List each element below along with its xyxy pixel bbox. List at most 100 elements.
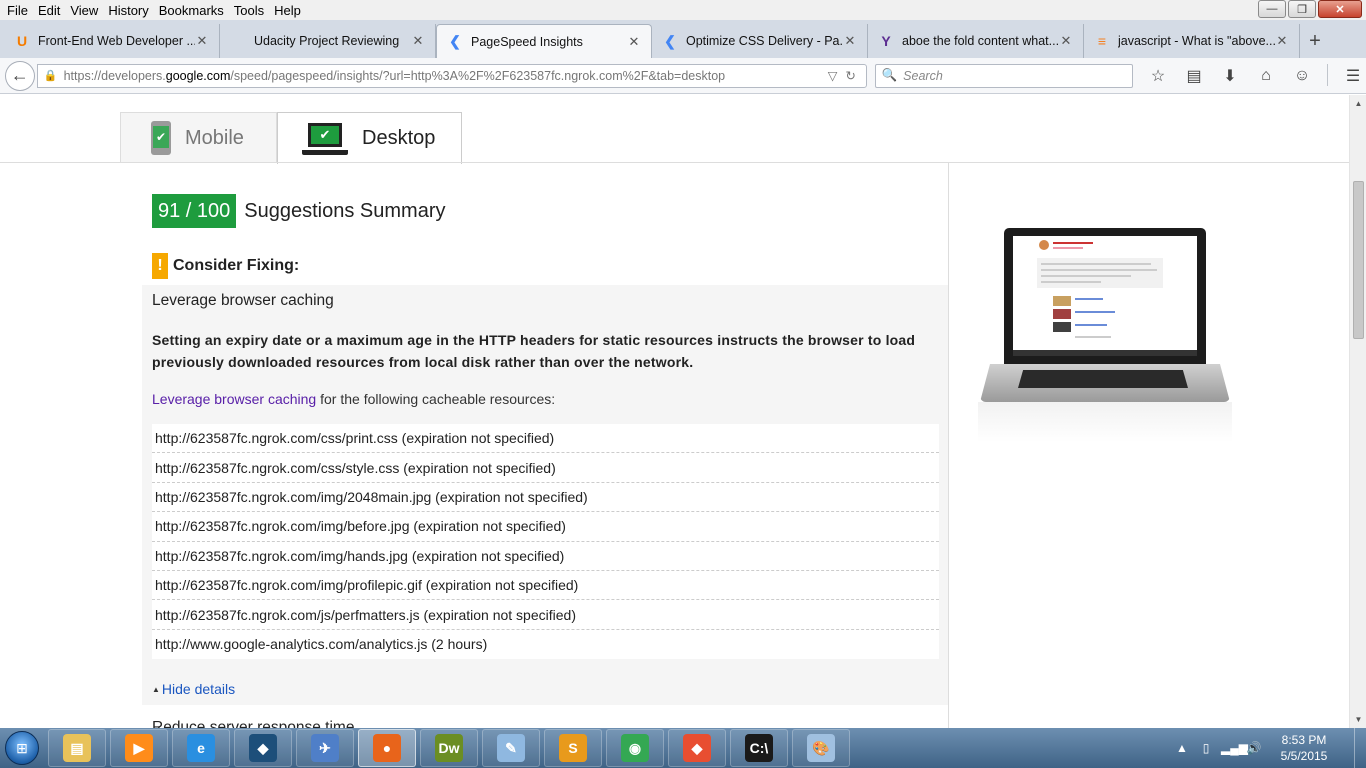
- preview-text-line: [1041, 275, 1131, 277]
- downloads-icon[interactable]: ⬇: [1217, 64, 1243, 88]
- rule-panel: Leverage browser caching Setting an expi…: [142, 285, 948, 705]
- hamburger-menu-icon[interactable]: ☰: [1340, 64, 1366, 88]
- score-badge: 91 / 100: [152, 194, 237, 228]
- taskbar-app[interactable]: e: [172, 729, 230, 767]
- battery-icon[interactable]: ▯: [1197, 741, 1215, 755]
- next-rule-name[interactable]: Reduce server response time: [152, 719, 354, 728]
- taskbar-app[interactable]: ✎: [482, 729, 540, 767]
- tab-title: Optimize CSS Delivery - Pa...: [686, 34, 843, 48]
- taskbar-app[interactable]: S: [544, 729, 602, 767]
- tab-title: aboe the fold content what...: [902, 34, 1059, 48]
- back-arrow-icon: ←: [10, 65, 29, 85]
- back-button[interactable]: ←: [5, 60, 35, 91]
- taskbar-app[interactable]: ✈: [296, 729, 354, 767]
- tab-desktop-label: Desktop: [362, 127, 436, 149]
- consider-fixing-label: Consider Fixing:: [173, 257, 300, 274]
- browser-tab[interactable]: ≡ javascript - What is "above... ✕: [1084, 24, 1300, 58]
- preview-avatar: [1039, 240, 1049, 250]
- toolbar-icons: ☆ ▤ ⬇ ⌂ ☺ ☰: [1145, 63, 1366, 88]
- home-icon[interactable]: ⌂: [1253, 64, 1279, 88]
- show-hidden-icons-icon[interactable]: ▲: [1173, 741, 1191, 755]
- show-desktop-button[interactable]: [1354, 728, 1366, 768]
- resource-item: http://623587fc.ngrok.com/js/perfmatters…: [152, 600, 939, 630]
- taskbar-app[interactable]: Dw: [420, 729, 478, 767]
- browser-tab[interactable]: ❮ PageSpeed Insights ✕: [436, 24, 652, 58]
- taskbar-app[interactable]: ◆: [668, 729, 726, 767]
- udacity-icon: U: [16, 33, 28, 49]
- browser-tab[interactable]: Yaboe the fold content what... ✕: [868, 24, 1084, 58]
- close-window-button[interactable]: ✕: [1318, 0, 1362, 18]
- mobile-phone-icon: [151, 121, 171, 155]
- close-tab-icon[interactable]: ✕: [1059, 33, 1073, 49]
- resource-list: http://623587fc.ngrok.com/css/print.css …: [152, 424, 939, 660]
- scroll-up-arrow-icon[interactable]: ▲: [1350, 95, 1366, 112]
- taskbar-app[interactable]: 🎨: [792, 729, 850, 767]
- hide-details-link[interactable]: ▲ Hide details: [152, 681, 235, 697]
- close-tab-icon[interactable]: ✕: [627, 34, 641, 50]
- preview-text-line: [1075, 336, 1111, 338]
- taskbar-app[interactable]: C:\: [730, 729, 788, 767]
- bookmark-star-icon[interactable]: ☆: [1145, 64, 1171, 88]
- minimize-button[interactable]: —: [1258, 0, 1286, 18]
- clock-time: 8:53 PM: [1281, 733, 1327, 747]
- search-input[interactable]: 🔍 Search: [874, 63, 1133, 88]
- close-tab-icon[interactable]: ✕: [843, 33, 857, 49]
- resource-item: http://623587fc.ngrok.com/img/profilepic…: [152, 571, 939, 601]
- page-viewport: Mobile ✔ Desktop 91 / 100 Suggestions Su…: [0, 95, 1349, 728]
- taskbar-app[interactable]: ●: [358, 729, 416, 767]
- rule-name[interactable]: Leverage browser caching: [152, 292, 334, 310]
- volume-icon[interactable]: 🔊: [1245, 741, 1263, 755]
- taskbar-app[interactable]: ▤: [48, 729, 106, 767]
- url-bar[interactable]: 🔒 https://developers.google.com/speed/pa…: [36, 63, 867, 88]
- taskbar-app[interactable]: ▶: [110, 729, 168, 767]
- sublime-text-icon: S: [559, 734, 587, 762]
- chrome-icon: ◉: [621, 734, 649, 762]
- signal-strength-icon[interactable]: ▂▄▆: [1221, 741, 1248, 755]
- menu-view[interactable]: View: [65, 3, 103, 18]
- page-scrollbar[interactable]: ▲ ▼: [1349, 95, 1366, 728]
- menu-tools[interactable]: Tools: [229, 3, 269, 18]
- browser-tab[interactable]: Udacity Project Reviewing ✕: [220, 24, 436, 58]
- yahoo-icon: Y: [881, 33, 891, 49]
- preview-thumbnail: [1053, 322, 1071, 332]
- command-prompt-icon: C:\: [745, 734, 773, 762]
- close-tab-icon[interactable]: ✕: [195, 33, 209, 49]
- menu-history[interactable]: History: [103, 3, 153, 18]
- close-tab-icon[interactable]: ✕: [411, 33, 425, 49]
- taskbar-app[interactable]: ◆: [234, 729, 292, 767]
- suggestions-summary-title: Suggestions Summary: [244, 199, 446, 222]
- close-tab-icon[interactable]: ✕: [1275, 33, 1289, 49]
- tab-strip: U Front-End Web Developer ... ✕ Udacity Pro…: [0, 20, 1366, 58]
- reading-list-icon[interactable]: ▤: [1181, 64, 1207, 88]
- tab-mobile[interactable]: Mobile: [120, 112, 277, 163]
- firefox-icon: ●: [373, 734, 401, 762]
- chat-icon[interactable]: ☺: [1289, 64, 1315, 88]
- preview-link-line: [1075, 311, 1115, 313]
- dropdown-arrow-icon[interactable]: ▽: [824, 68, 842, 83]
- new-tab-button[interactable]: +: [1300, 24, 1330, 58]
- taskbar-app[interactable]: ◉: [606, 729, 664, 767]
- menu-bookmarks[interactable]: Bookmarks: [154, 3, 229, 18]
- column-divider: [948, 163, 949, 728]
- scroll-thumb[interactable]: [1353, 181, 1364, 339]
- browser-tab[interactable]: U Front-End Web Developer ... ✕: [4, 24, 220, 58]
- git-icon: ◆: [683, 734, 711, 762]
- clock[interactable]: 8:53 PM 5/5/2015: [1266, 732, 1342, 764]
- resource-item: http://623587fc.ngrok.com/css/print.css …: [152, 424, 939, 454]
- menu-edit[interactable]: Edit: [33, 3, 65, 18]
- windows-logo-icon: ⊞: [5, 731, 39, 765]
- rule-help-link[interactable]: Leverage browser caching: [152, 391, 316, 407]
- internet-explorer-icon: e: [187, 734, 215, 762]
- menu-help[interactable]: Help: [269, 3, 306, 18]
- reload-icon[interactable]: ↻: [842, 68, 860, 83]
- hide-details-label: Hide details: [161, 681, 236, 697]
- page-screenshot-preview: [978, 228, 1232, 442]
- tab-desktop[interactable]: ✔ Desktop: [277, 112, 462, 164]
- start-button[interactable]: ⊞: [0, 728, 44, 768]
- maximize-button[interactable]: ❐: [1288, 0, 1316, 18]
- navigation-bar: ← 🔒 https://developers.google.com/speed/…: [0, 58, 1366, 94]
- menu-file[interactable]: File: [2, 3, 33, 18]
- scroll-down-arrow-icon[interactable]: ▼: [1350, 711, 1366, 728]
- browser-tab[interactable]: ❮ Optimize CSS Delivery - Pa... ✕: [652, 24, 868, 58]
- search-icon: 🔍: [881, 68, 898, 82]
